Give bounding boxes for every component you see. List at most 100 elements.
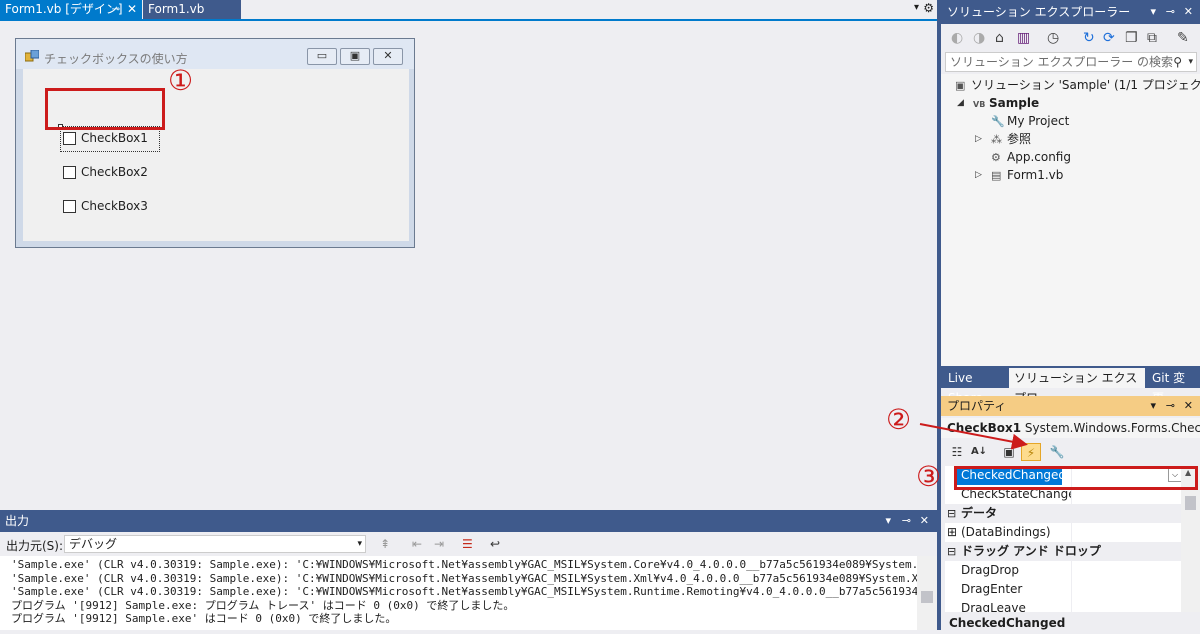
- tab-label: Form1.vb: [148, 2, 205, 16]
- chevron-down-icon[interactable]: ▾: [1150, 0, 1156, 24]
- column-divider: [1071, 599, 1072, 612]
- solution-search-input[interactable]: ソリューション エクスプローラー の検索 (Ctrl+;) ⚲ ▾: [945, 52, 1197, 87]
- tree-item[interactable]: ◢ VB Sample: [957, 94, 1039, 112]
- search-icon[interactable]: ⚲: [1173, 53, 1182, 71]
- close-icon[interactable]: ✕: [920, 510, 929, 532]
- tree-item-label: 参照: [1007, 132, 1032, 146]
- find-message-icon[interactable]: ⇞: [380, 537, 390, 551]
- output-line: 'Sample.exe' (CLR v4.0.30319: Sample.exe…: [11, 571, 917, 585]
- chevron-down-icon[interactable]: ▾: [885, 510, 891, 532]
- tree-item[interactable]: ▣ ソリューション 'Sample' (1/1 プロジェクト): [955, 76, 1200, 94]
- output-panel: 出力 ▾ ⊸ ✕ 出力元(S): デバッグ ▾ ⇞ ⇤ ⇥ ☰ ↩ 'Sampl…: [0, 510, 937, 630]
- property-name: DragEnter: [961, 582, 1023, 596]
- forward-icon[interactable]: ◑: [973, 30, 985, 46]
- switch-views-icon[interactable]: ▥: [1017, 30, 1030, 46]
- property-name: ドラッグ アンド ドロップ: [961, 544, 1101, 558]
- expander-icon[interactable]: ▷: [975, 130, 982, 148]
- tree-item[interactable]: 🔧 My Project: [991, 112, 1069, 130]
- clear-all-icon[interactable]: ☰: [462, 537, 473, 551]
- maximize-button[interactable]: ▣: [340, 48, 370, 65]
- pin-icon[interactable]: ⊸: [1166, 396, 1175, 416]
- scroll-thumb[interactable]: [921, 591, 933, 603]
- expander-icon[interactable]: ◢: [957, 94, 964, 112]
- pin-icon[interactable]: ⊸: [902, 510, 911, 532]
- tree-item-label: Form1.vb: [1007, 168, 1064, 182]
- designer-area: Form1.vb [デザイン] ⊸ ✕ Form1.vb ▾ ⚙ チェックボック…: [0, 0, 937, 510]
- close-button[interactable]: ✕: [373, 48, 403, 65]
- tab-form1-code[interactable]: Form1.vb: [143, 0, 241, 19]
- pending-changes-icon[interactable]: ◷: [1047, 30, 1059, 46]
- properties-view-icon[interactable]: ▣: [999, 443, 1019, 461]
- tree-item[interactable]: ⚙ App.config: [991, 148, 1071, 166]
- expander-icon[interactable]: ⊟: [947, 542, 956, 561]
- output-text: 'Sample.exe' (CLR v4.0.30319: Sample.exe…: [0, 556, 917, 630]
- property-category[interactable]: ⊟ データ: [945, 504, 1181, 523]
- output-scrollbar[interactable]: [917, 556, 937, 630]
- tree-item-label: ソリューション 'Sample' (1/1 プロジェクト): [971, 78, 1200, 92]
- expander-icon[interactable]: ▷: [975, 166, 982, 184]
- collapse-all-icon[interactable]: ❐: [1125, 30, 1138, 46]
- pin-icon[interactable]: ⊸: [1166, 0, 1175, 24]
- close-icon[interactable]: ✕: [1184, 0, 1193, 24]
- close-icon[interactable]: ✕: [127, 0, 137, 19]
- column-divider: [1071, 523, 1072, 542]
- checkbox-box[interactable]: [63, 200, 76, 213]
- expander-icon[interactable]: ⊟: [947, 504, 956, 523]
- checkbox-box[interactable]: [63, 132, 76, 145]
- close-icon[interactable]: ✕: [1184, 396, 1193, 416]
- show-all-files-icon[interactable]: ⧉: [1147, 30, 1157, 46]
- annotation-marker-3: ③: [916, 460, 942, 493]
- tree-item-label: My Project: [1007, 114, 1070, 128]
- property-pages-icon[interactable]: 🔧: [1047, 443, 1067, 461]
- output-source-select[interactable]: デバッグ ▾: [64, 535, 366, 553]
- output-source-label: 出力元(S):: [6, 539, 64, 553]
- checkbox-box[interactable]: [63, 166, 76, 179]
- tree-item[interactable]: ▷ ⁂ 参照: [975, 130, 1032, 148]
- chevron-down-icon[interactable]: ▾: [357, 536, 362, 552]
- alphabetical-icon[interactable]: A↓: [969, 443, 989, 461]
- gear-icon[interactable]: ⚙: [923, 1, 934, 15]
- back-icon[interactable]: ◐: [951, 30, 963, 46]
- checkbox-label: CheckBox2: [81, 165, 148, 179]
- refresh-icon[interactable]: ⟳: [1103, 30, 1115, 46]
- tree-item-label: App.config: [1007, 150, 1071, 164]
- output-title: 出力: [5, 514, 30, 528]
- sync-icon[interactable]: ↻: [1083, 30, 1095, 46]
- tree-item-icon: VB: [973, 100, 986, 109]
- categorized-icon[interactable]: ☷: [947, 443, 967, 461]
- prev-message-icon[interactable]: ⇤: [412, 537, 422, 551]
- tab-live-share[interactable]: Live Share: [943, 368, 1007, 405]
- minimize-button[interactable]: ▭: [307, 48, 337, 65]
- property-row[interactable]: DragLeave: [945, 599, 1181, 612]
- expander-icon[interactable]: ⊞: [947, 523, 957, 542]
- property-row[interactable]: ⊞ (DataBindings): [945, 523, 1181, 542]
- form-window[interactable]: チェックボックスの使い方 ▭ ▣ ✕ CheckBox1 CheckBox2 C…: [15, 38, 415, 248]
- property-category[interactable]: ⊟ ドラッグ アンド ドロップ: [945, 542, 1181, 561]
- checkbox-label: CheckBox1: [81, 131, 148, 145]
- checkbox-label: CheckBox3: [81, 199, 148, 213]
- output-line: プログラム '[9912] Sample.exe: プログラム トレース' はコ…: [11, 598, 515, 612]
- pin-icon[interactable]: ⊸: [112, 0, 120, 19]
- word-wrap-icon[interactable]: ↩: [490, 537, 500, 551]
- tree-item-icon: ⁂: [991, 133, 1002, 146]
- wrench-icon[interactable]: ✎: [1177, 30, 1189, 46]
- tree-item[interactable]: ▷ ▤ Form1.vb: [975, 166, 1064, 184]
- property-name: データ: [961, 506, 998, 520]
- chevron-down-icon[interactable]: ▾: [914, 2, 919, 13]
- tab-solution-explorer[interactable]: ソリューション エクスプロー...: [1009, 368, 1145, 405]
- chevron-down-icon[interactable]: ▾: [1150, 396, 1156, 416]
- column-divider: [1071, 561, 1072, 580]
- chevron-down-icon[interactable]: ▾: [1188, 53, 1193, 71]
- tab-form1-designer[interactable]: Form1.vb [デザイン] ⊸ ✕: [0, 0, 142, 19]
- column-divider: [1071, 580, 1072, 599]
- property-row[interactable]: DragDrop: [945, 561, 1181, 580]
- annotation-marker-1: ①: [168, 64, 194, 97]
- scroll-thumb[interactable]: [1185, 496, 1196, 510]
- tab-git-changes[interactable]: Git 変更: [1147, 368, 1200, 405]
- tree-item-icon: ▣: [955, 79, 966, 92]
- property-row[interactable]: DragEnter: [945, 580, 1181, 599]
- properties-object-selector[interactable]: CheckBox1 System.Windows.Forms.CheckBo: [941, 418, 1200, 438]
- home-icon[interactable]: ⌂: [995, 30, 1004, 46]
- next-message-icon[interactable]: ⇥: [434, 537, 444, 551]
- events-icon[interactable]: ⚡: [1021, 443, 1041, 461]
